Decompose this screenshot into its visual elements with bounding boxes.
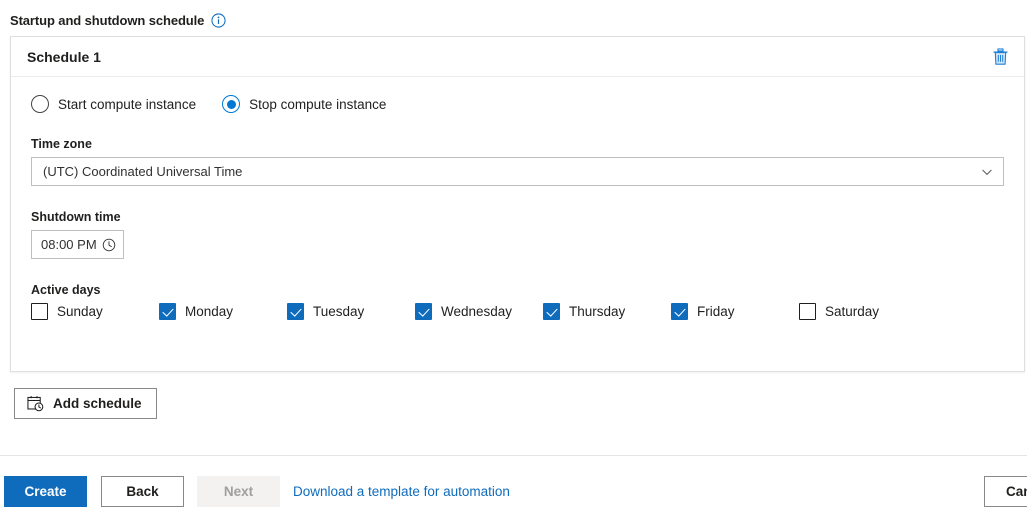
day-label-wednesday: Wednesday [441,304,513,319]
checkbox-box-wednesday [415,303,432,320]
footer-action-bar: Create Back Next Download a template for… [0,456,1027,527]
add-schedule-label: Add schedule [53,396,142,411]
create-button[interactable]: Create [4,476,87,507]
radio-label-start: Start compute instance [58,96,197,112]
day-checkbox-monday[interactable]: Monday [159,303,287,320]
shutdown-time-label: Shutdown time [31,210,121,224]
calendar-clock-icon [27,396,44,412]
active-days-label: Active days [31,283,101,297]
day-label-monday: Monday [185,304,234,319]
schedule-card-body: Start compute instance Stop compute inst… [11,77,1024,320]
shutdown-time-input[interactable]: 08:00 PM [31,230,124,259]
radio-start-compute-instance[interactable]: Start compute instance [31,95,196,113]
radio-mark-unselected [31,95,49,113]
delete-schedule-button[interactable] [987,44,1013,70]
info-circle-icon[interactable] [211,12,226,28]
checkbox-box-thursday [543,303,560,320]
shutdown-time-field: Shutdown time 08:00 PM [31,210,1004,259]
day-label-sunday: Sunday [57,304,103,319]
checkbox-box-monday [159,303,176,320]
day-label-tuesday: Tuesday [313,304,365,319]
download-template-link[interactable]: Download a template for automation [293,484,510,499]
day-checkbox-saturday[interactable]: Saturday [799,303,927,320]
section-header: Startup and shutdown schedule [10,10,226,30]
day-checkbox-friday[interactable]: Friday [671,303,799,320]
radio-label-stop: Stop compute instance [249,96,387,112]
chevron-down-icon [982,169,992,175]
page-title: Startup and shutdown schedule [10,12,205,28]
checkbox-box-friday [671,303,688,320]
checkbox-box-tuesday [287,303,304,320]
day-checkbox-tuesday[interactable]: Tuesday [287,303,415,320]
checkbox-box-sunday [31,303,48,320]
day-label-friday: Friday [697,304,735,319]
cancel-button[interactable]: Cancel [984,476,1027,507]
back-button[interactable]: Back [101,476,184,507]
day-checkbox-thursday[interactable]: Thursday [543,303,671,320]
compute-action-radio-group: Start compute instance Stop compute inst… [31,95,1004,113]
schedule-title: Schedule 1 [27,48,101,65]
checkbox-box-saturday [799,303,816,320]
day-checkbox-sunday[interactable]: Sunday [31,303,159,320]
active-days-row: Sunday Monday Tuesday Wednesday Thursday [31,303,1004,320]
shutdown-time-value: 08:00 PM [41,237,97,252]
timezone-value: (UTC) Coordinated Universal Time [43,164,243,179]
day-label-saturday: Saturday [825,304,880,319]
day-checkbox-wednesday[interactable]: Wednesday [415,303,543,320]
schedule-card: Schedule 1 Start compute instance Stop c… [10,36,1025,372]
radio-stop-compute-instance[interactable]: Stop compute instance [222,95,386,113]
timezone-field: Time zone (UTC) Coordinated Universal Ti… [31,137,1004,186]
add-schedule-button[interactable]: Add schedule [14,388,157,419]
day-label-thursday: Thursday [569,304,626,319]
schedule-card-header: Schedule 1 [11,37,1024,77]
clock-icon [102,238,116,251]
active-days-field: Active days Sunday Monday Tuesday Wednes… [31,283,1004,320]
timezone-label: Time zone [31,137,92,151]
timezone-dropdown[interactable]: (UTC) Coordinated Universal Time [31,157,1004,186]
trash-icon [993,47,1007,65]
next-button: Next [197,476,280,507]
radio-mark-selected [222,95,241,113]
